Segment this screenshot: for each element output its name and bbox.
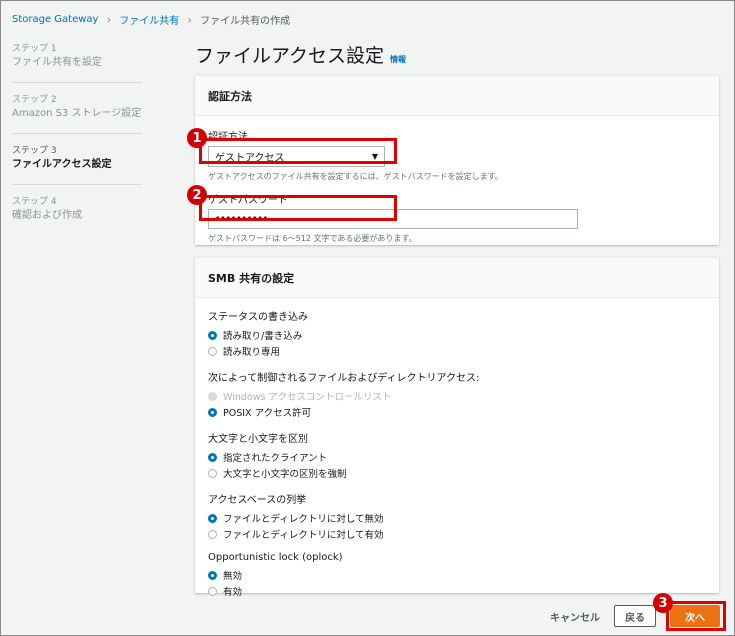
radio-label: 読み取り専用 <box>223 347 281 358</box>
breadcrumb-storage-gateway[interactable]: Storage Gateway <box>12 14 98 25</box>
step-name: ファイルアクセス設定 <box>12 159 112 170</box>
radio-force-case[interactable]: 大文字と小文字の区別を強制 <box>208 465 706 481</box>
access-based-enum-group: アクセスベースの列挙 ファイルとディレクトリに対して無効 ファイルとディレクトリ… <box>208 491 706 542</box>
radio-label: ファイルとディレクトリに対して無効 <box>223 514 384 525</box>
radio-abe-enabled[interactable]: ファイルとディレクトリに対して有効 <box>208 526 706 542</box>
step-name: ファイル共有を設定 <box>12 57 102 68</box>
wizard-steps: ステップ 1 ファイル共有を設定 ステップ 2 Amazon S3 ストレージ設… <box>12 43 142 246</box>
radio-dot <box>208 468 217 478</box>
callout-badge-3: 3 <box>653 593 673 613</box>
cancel-button[interactable]: キャンセル <box>550 609 600 624</box>
group-title: Opportunistic lock (oplock) <box>208 552 343 563</box>
radio-dot <box>208 391 217 401</box>
radio-read-only[interactable]: 読み取り専用 <box>208 343 706 359</box>
radio-posix[interactable]: POSIX アクセス許可 <box>208 404 706 420</box>
case-sensitivity-group: 大文字と小文字を区別 指定されたクライアント 大文字と小文字の区別を強制 <box>208 430 706 481</box>
back-button[interactable]: 戻る <box>614 605 656 627</box>
radio-abe-disabled[interactable]: ファイルとディレクトリに対して無効 <box>208 510 706 526</box>
breadcrumb-file-shares[interactable]: ファイル共有 <box>119 12 179 27</box>
radio-label: 無効 <box>223 571 243 582</box>
step-3: ステップ 3 ファイルアクセス設定 <box>12 145 142 185</box>
callout-box-1 <box>199 138 397 164</box>
radio-dot <box>208 330 217 340</box>
step-2[interactable]: ステップ 2 Amazon S3 ストレージ設定 <box>12 94 142 134</box>
access-control-group: 次によって制御されるファイルおよびディレクトリアクセス: Windows アクセ… <box>208 369 706 420</box>
callout-badge-2: 2 <box>187 185 207 205</box>
step-name: Amazon S3 ストレージ設定 <box>12 108 142 119</box>
group-title: アクセスベースの列挙 <box>208 495 307 506</box>
group-title: 次によって制御されるファイルおよびディレクトリアクセス: <box>208 373 480 384</box>
radio-dot <box>208 529 217 539</box>
radio-windows-acl: Windows アクセスコントロールリスト <box>208 388 706 404</box>
auth-method-hint: ゲストアクセスのファイル共有を設定するには、ゲストパスワードを設定します。 <box>208 172 503 181</box>
step-1[interactable]: ステップ 1 ファイル共有を設定 <box>12 43 142 83</box>
step-number: ステップ 1 <box>12 44 57 54</box>
group-title: 大文字と小文字を区別 <box>208 434 308 445</box>
step-number: ステップ 2 <box>12 95 57 105</box>
step-number: ステップ 3 <box>12 146 57 156</box>
callout-box-3 <box>666 601 726 631</box>
step-4[interactable]: ステップ 4 確認および作成 <box>12 196 142 235</box>
step-number: ステップ 4 <box>12 197 57 207</box>
radio-dot <box>208 513 217 523</box>
radio-label: POSIX アクセス許可 <box>223 408 312 419</box>
callout-box-2 <box>199 195 397 221</box>
write-status-group: ステータスの書き込み 読み取り/書き込み 読み取り専用 <box>208 308 706 359</box>
guest-password-hint: ゲストパスワードは 6～512 文字である必要があります。 <box>208 234 417 243</box>
breadcrumb-current: ファイル共有の作成 <box>200 16 291 27</box>
radio-oplock-disabled[interactable]: 無効 <box>208 567 706 583</box>
chevron-right-icon: › <box>106 12 112 27</box>
radio-read-write[interactable]: 読み取り/書き込み <box>208 327 706 343</box>
callout-badge-1: 1 <box>187 128 207 148</box>
group-title: ステータスの書き込み <box>208 312 308 323</box>
smb-panel-header: SMB 共有の設定 <box>195 258 719 298</box>
smb-panel: SMB 共有の設定 ステータスの書き込み 読み取り/書き込み 読み取り専用 次に… <box>195 257 719 598</box>
radio-dot <box>208 346 217 356</box>
radio-dot <box>208 452 217 462</box>
radio-label: 読み取り/書き込み <box>223 331 303 342</box>
radio-oplock-enabled[interactable]: 有効 <box>208 583 706 599</box>
radio-label: 有効 <box>223 587 243 598</box>
info-link[interactable]: 情報 <box>390 54 406 65</box>
radio-dot <box>208 586 217 596</box>
radio-dot <box>208 570 217 580</box>
auth-panel-header: 認証方法 <box>195 76 719 116</box>
radio-dot <box>208 407 217 417</box>
radio-label: 大文字と小文字の区別を強制 <box>223 469 347 480</box>
radio-client-specified[interactable]: 指定されたクライアント <box>208 449 706 465</box>
radio-label: ファイルとディレクトリに対して有効 <box>223 530 384 541</box>
breadcrumb: Storage Gateway › ファイル共有 › ファイル共有の作成 <box>12 12 291 28</box>
radio-label: Windows アクセスコントロールリスト <box>223 392 392 403</box>
page-title: ファイルアクセス設定 情報 <box>195 41 406 68</box>
page-title-text: ファイルアクセス設定 <box>195 45 385 67</box>
oplock-group: Opportunistic lock (oplock) 無効 有効 <box>208 552 706 599</box>
chevron-right-icon: › <box>187 12 193 27</box>
step-name: 確認および作成 <box>12 210 82 221</box>
radio-label: 指定されたクライアント <box>223 453 328 464</box>
